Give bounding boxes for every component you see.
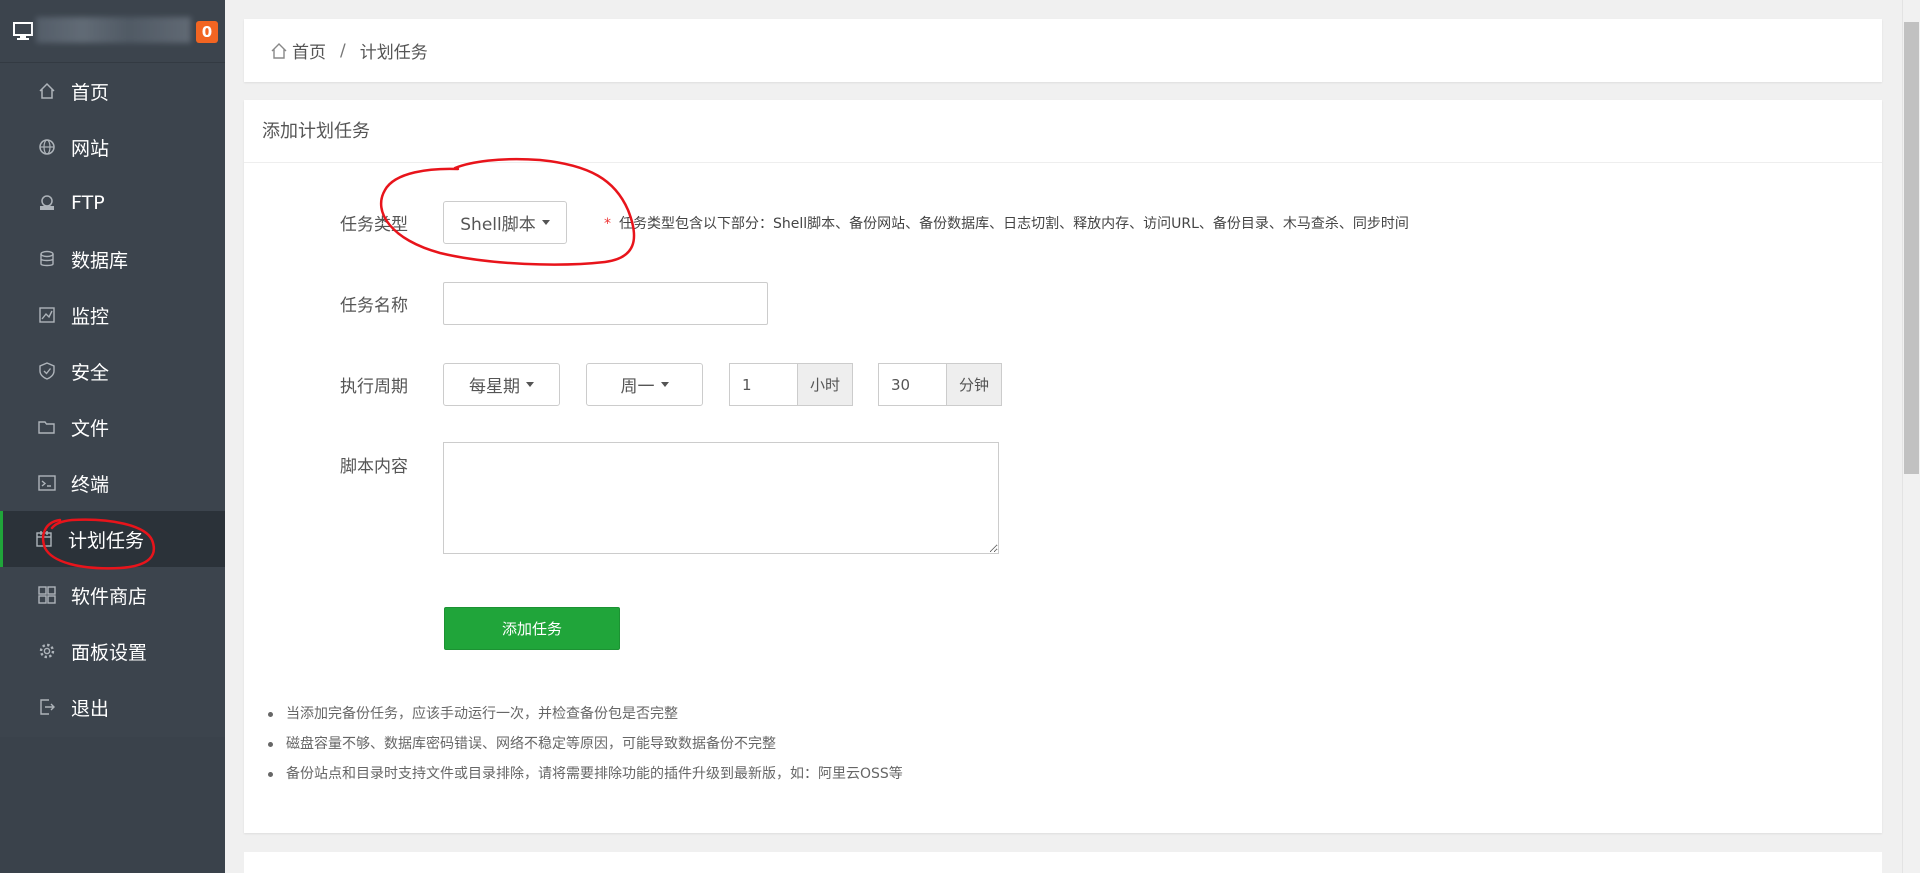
- sidebar-item-store[interactable]: 软件商店: [0, 567, 225, 623]
- breadcrumb-home-link[interactable]: 首页: [292, 38, 326, 63]
- database-icon: [37, 249, 57, 269]
- notification-badge[interactable]: 0: [196, 21, 218, 43]
- script-content-label: 脚本内容: [340, 457, 408, 477]
- sidebar-footer-space: [0, 737, 225, 873]
- panel-title: 添加计划任务: [244, 100, 1882, 163]
- breadcrumb: 首页 / 计划任务: [244, 19, 1882, 82]
- monitor-icon: [13, 22, 33, 40]
- home-icon: [37, 81, 57, 101]
- required-star: *: [604, 216, 611, 232]
- ftp-icon: [37, 193, 57, 213]
- sidebar-item-security[interactable]: 安全: [0, 343, 225, 399]
- cycle-label: 执行周期: [340, 377, 408, 397]
- sidebar-nav: 首页 网站 FTP 数据库 监控 安全 文件 终端 计划任务 软件商店 面板设置…: [0, 63, 225, 735]
- sidebar-item-ftp[interactable]: FTP: [0, 175, 225, 231]
- gear-icon: [37, 641, 57, 661]
- breadcrumb-separator: /: [340, 40, 346, 61]
- sidebar-item-label: 文件: [71, 417, 110, 440]
- globe-icon: [37, 137, 57, 157]
- minute-input[interactable]: [878, 363, 946, 406]
- sidebar-item-label: 首页: [71, 81, 110, 104]
- sidebar-item-label: 网站: [71, 137, 110, 160]
- sidebar-item-label: 面板设置: [71, 641, 148, 664]
- logout-icon: [37, 697, 57, 717]
- caret-down-icon: [660, 382, 669, 387]
- task-name-input[interactable]: [443, 282, 768, 325]
- home-icon[interactable]: [270, 42, 288, 60]
- hour-input-group: 小时: [729, 363, 853, 406]
- task-type-dropdown[interactable]: Shell脚本: [443, 201, 567, 244]
- hour-unit: 小时: [797, 363, 853, 406]
- sidebar-item-website[interactable]: 网站: [0, 119, 225, 175]
- task-type-label: 任务类型: [340, 215, 408, 235]
- sidebar-item-home[interactable]: 首页: [0, 63, 225, 119]
- calendar-icon: [34, 529, 54, 549]
- sidebar-item-label: 退出: [71, 697, 110, 720]
- sidebar-item-settings[interactable]: 面板设置: [0, 623, 225, 679]
- main-content: 首页 / 计划任务 添加计划任务 任务类型 Shell脚本 * 任务类型包含以下部…: [225, 0, 1902, 873]
- sidebar-item-label: 监控: [71, 305, 110, 328]
- server-name-redacted: [36, 17, 191, 43]
- scrollbar-thumb[interactable]: [1904, 22, 1919, 474]
- breadcrumb-current: 计划任务: [359, 43, 428, 63]
- add-task-button[interactable]: 添加任务: [444, 607, 620, 650]
- sidebar-item-label: 数据库: [71, 249, 129, 272]
- sidebar: 0 首页 网站 FTP 数据库 监控 安全 文件 终端 计划任务 软件商店 面板…: [0, 0, 225, 873]
- grid-icon: [37, 585, 57, 605]
- terminal-icon: [37, 473, 57, 493]
- add-cron-panel: 添加计划任务 任务类型 Shell脚本 * 任务类型包含以下部分：Shell脚本、…: [244, 100, 1882, 833]
- cycle-weekday-value: 周一: [620, 377, 655, 397]
- notes-list: 当添加完备份任务，应该手动运行一次，并检查备份包是否完整 磁盘容量不够、数据库密…: [264, 699, 903, 789]
- sidebar-header: 0: [0, 0, 225, 63]
- sidebar-item-label: 软件商店: [71, 585, 148, 608]
- caret-down-icon: [541, 220, 550, 225]
- sidebar-item-label: 终端: [71, 473, 110, 496]
- cycle-period-dropdown[interactable]: 每星期: [443, 363, 560, 406]
- cycle-weekday-dropdown[interactable]: 周一: [586, 363, 703, 406]
- task-type-value: Shell脚本: [460, 215, 536, 235]
- monitor-chart-icon: [37, 305, 57, 325]
- script-content-textarea[interactable]: [443, 442, 999, 554]
- minute-input-group: 分钟: [878, 363, 1002, 406]
- task-type-hint: * 任务类型包含以下部分：Shell脚本、备份网站、备份数据库、日志切割、释放内存…: [604, 213, 1409, 233]
- sidebar-item-label: 计划任务: [68, 529, 145, 552]
- sidebar-item-cron[interactable]: 计划任务: [0, 511, 225, 567]
- folder-icon: [37, 417, 57, 437]
- sidebar-item-files[interactable]: 文件: [0, 399, 225, 455]
- cron-list-panel: [244, 852, 1882, 873]
- sidebar-item-logout[interactable]: 退出: [0, 679, 225, 735]
- task-name-label: 任务名称: [340, 296, 408, 316]
- shield-icon: [37, 361, 57, 381]
- caret-down-icon: [526, 382, 534, 387]
- sidebar-item-label: FTP: [71, 192, 105, 214]
- cycle-period-value: 每星期: [469, 377, 520, 397]
- task-type-hint-text: 任务类型包含以下部分：Shell脚本、备份网站、备份数据库、日志切割、释放内存、…: [619, 216, 1409, 232]
- sidebar-item-monitor[interactable]: 监控: [0, 287, 225, 343]
- sidebar-item-label: 安全: [71, 361, 110, 384]
- page-scrollbar[interactable]: [1902, 0, 1920, 873]
- list-item: 当添加完备份任务，应该手动运行一次，并检查备份包是否完整: [264, 699, 903, 729]
- sidebar-item-terminal[interactable]: 终端: [0, 455, 225, 511]
- list-item: 备份站点和目录时支持文件或目录排除，请将需要排除功能的插件升级到最新版，如：阿里…: [264, 759, 903, 789]
- hour-input[interactable]: [729, 363, 797, 406]
- minute-unit: 分钟: [946, 363, 1002, 406]
- list-item: 磁盘容量不够、数据库密码错误、网络不稳定等原因，可能导致数据备份不完整: [264, 729, 903, 759]
- sidebar-item-database[interactable]: 数据库: [0, 231, 225, 287]
